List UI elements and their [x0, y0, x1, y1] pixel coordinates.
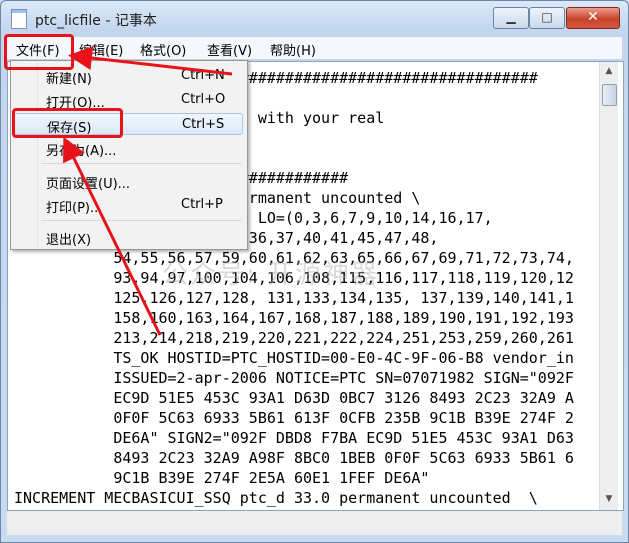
menu-item-shortcut: Ctrl+P	[181, 197, 223, 212]
menu-item-shortcut: Ctrl+O	[181, 92, 226, 107]
menu-item-shortcut: Ctrl+N	[181, 68, 225, 83]
status-area	[7, 511, 622, 535]
menu-item-label: 另存为(A)...	[46, 144, 117, 159]
editor-line: 125,126,127,128, 131,133,134,135, 137,13…	[14, 289, 574, 307]
minimize-button[interactable]: ▁	[493, 7, 529, 29]
scroll-thumb[interactable]	[602, 84, 617, 106]
editor-line: 9C1B B39E 274F 2E5A 60E1 1FEF DE6A"	[14, 469, 430, 487]
menu-edit[interactable]: 编辑(E)	[79, 40, 123, 59]
editor-line: INCREMENT MECBASICUI_SSQ ptc_d 33.0 perm…	[14, 489, 538, 507]
editor-line: EC9D 51E5 453C 93A1 D63D 0BC7 3126 8493 …	[14, 389, 574, 407]
editor-line: TS_OK HOSTID=PTC_HOSTID=00-E0-4C-9F-06-B…	[14, 349, 574, 367]
maximize-button[interactable]: □	[529, 7, 565, 29]
menu-item-page-setup[interactable]: 页面设置(U)...	[13, 170, 243, 192]
editor-line: ISSUED=2-apr-2006 NOTICE=PTC SN=07071982…	[14, 369, 574, 387]
menu-item-exit[interactable]: 退出(X)	[13, 226, 243, 248]
annotation-box-save-item	[12, 108, 123, 138]
file-menu-dropdown: 新建(N) Ctrl+N 打开(O)... Ctrl+O 保存(S) Ctrl+…	[10, 60, 248, 250]
editor-line: 0F0F 5C63 6933 5B61 613F 0CFB 235B 9C1B …	[14, 409, 574, 427]
editor-line: 158,160,163,164,167,168,187,188,189,190,…	[14, 309, 574, 327]
menu-item-label: 页面设置(U)...	[46, 177, 131, 192]
menu-bar: 文件(F) 编辑(E) 格式(O) 查看(V) 帮助(H)	[7, 37, 622, 59]
menu-item-label: 退出(X)	[46, 233, 92, 248]
editor-line: 8493 2C23 32A9 A98F 8BC0 1BEB 0F0F 5C63 …	[14, 449, 574, 467]
editor-line: 213,214,218,219,220,221,222,224,251,253,…	[14, 329, 574, 347]
menu-item-label: 打印(P)...	[46, 201, 103, 216]
vertical-scrollbar[interactable]: ▲ ▼	[599, 62, 618, 510]
menu-format[interactable]: 格式(O)	[140, 40, 186, 59]
annotation-box-file-menu	[4, 34, 74, 70]
menu-item-save-as[interactable]: 另存为(A)...	[13, 137, 243, 159]
menu-separator	[41, 163, 241, 164]
window-title: ptc_licfile - 记事本	[35, 13, 157, 29]
notepad-icon	[11, 9, 27, 29]
menu-help[interactable]: 帮助(H)	[270, 40, 316, 59]
scroll-down-arrow-icon[interactable]: ▼	[602, 492, 616, 506]
watermark: 公众号: 开源神器	[162, 260, 380, 290]
menu-view[interactable]: 查看(V)	[207, 40, 252, 59]
scroll-up-arrow-icon[interactable]: ▲	[602, 64, 616, 78]
close-button[interactable]: ✕	[566, 7, 620, 29]
editor-line: DE6A" SIGN2="092F DBD8 F7BA EC9D 51E5 45…	[14, 429, 574, 447]
menu-item-print[interactable]: 打印(P)... Ctrl+P	[13, 194, 243, 216]
menu-item-shortcut: Ctrl+S	[182, 117, 225, 132]
menu-separator	[41, 220, 241, 221]
menu-item-label: 新建(N)	[46, 72, 92, 87]
title-bar[interactable]: ptc_licfile - 记事本 ▁ □ ✕	[1, 1, 628, 35]
